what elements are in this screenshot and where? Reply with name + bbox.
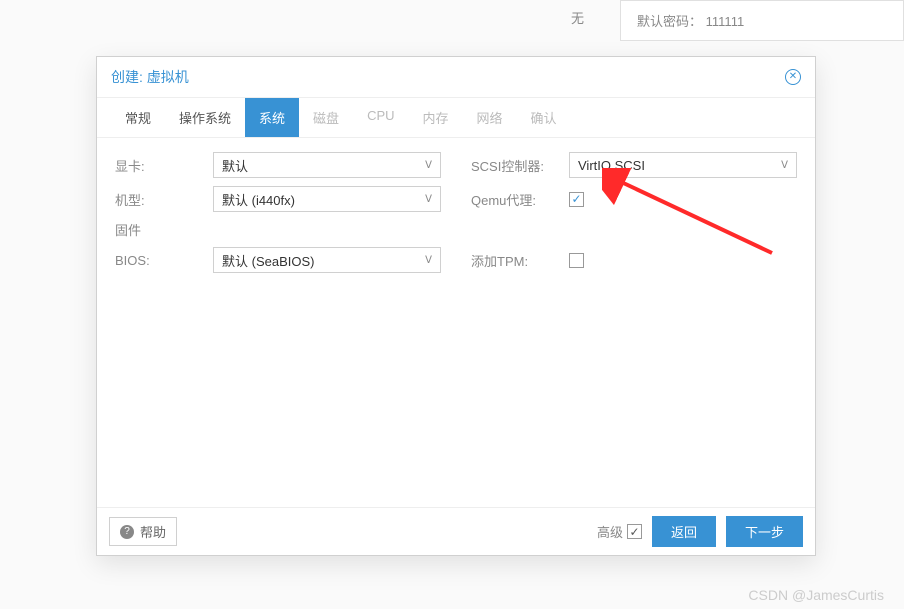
form-row: BIOS: 默认 (SeaBIOS) ᐯ 添加TPM: bbox=[115, 247, 797, 273]
bg-right-label: 默认密码： bbox=[637, 14, 702, 29]
help-icon: ? bbox=[120, 525, 134, 539]
form-row: 机型: 默认 (i440fx) ᐯ Qemu代理: bbox=[115, 186, 797, 212]
scsi-value: VirtIO SCSI bbox=[578, 158, 645, 173]
tab-system[interactable]: 系统 bbox=[245, 98, 299, 137]
bios-select[interactable]: 默认 (SeaBIOS) ᐯ bbox=[213, 247, 441, 273]
tab-cpu[interactable]: CPU bbox=[353, 98, 408, 137]
scsi-field: SCSI控制器: VirtIO SCSI ᐯ bbox=[471, 152, 797, 178]
help-label: 帮助 bbox=[140, 522, 166, 541]
model-value: 默认 (i440fx) bbox=[222, 190, 295, 209]
tpm-label: 添加TPM: bbox=[471, 251, 561, 270]
footer-right: 高级 返回 下一步 bbox=[597, 516, 803, 547]
bg-right-value: 111111 bbox=[706, 14, 745, 29]
tab-confirm[interactable]: 确认 bbox=[517, 98, 571, 137]
scsi-select[interactable]: VirtIO SCSI ᐯ bbox=[569, 152, 797, 178]
close-icon[interactable] bbox=[785, 69, 801, 85]
gpu-field: 显卡: 默认 ᐯ bbox=[115, 152, 441, 178]
form-row: 显卡: 默认 ᐯ SCSI控制器: VirtIO SCSI ᐯ bbox=[115, 152, 797, 178]
gpu-select[interactable]: 默认 ᐯ bbox=[213, 152, 441, 178]
scsi-label: SCSI控制器: bbox=[471, 156, 561, 175]
bg-left-text: 无 bbox=[571, 11, 584, 26]
dialog-header: 创建: 虚拟机 bbox=[97, 57, 815, 98]
qemu-checkbox[interactable] bbox=[569, 192, 584, 207]
tpm-field: 添加TPM: bbox=[471, 251, 797, 270]
model-field: 机型: 默认 (i440fx) ᐯ bbox=[115, 186, 441, 212]
create-vm-dialog: 创建: 虚拟机 常规 操作系统 系统 磁盘 CPU 内存 网络 确认 显卡: 默… bbox=[96, 56, 816, 556]
next-button[interactable]: 下一步 bbox=[726, 516, 803, 547]
qemu-label: Qemu代理: bbox=[471, 190, 561, 209]
gpu-value: 默认 bbox=[222, 156, 248, 175]
advanced-toggle[interactable]: 高级 bbox=[597, 522, 642, 541]
bg-right-panel: 默认密码： 111111 bbox=[620, 0, 904, 41]
qemu-field: Qemu代理: bbox=[471, 190, 797, 209]
tab-memory[interactable]: 内存 bbox=[409, 98, 463, 137]
tabbar: 常规 操作系统 系统 磁盘 CPU 内存 网络 确认 bbox=[97, 98, 815, 138]
firmware-field: 固件 bbox=[115, 220, 441, 239]
advanced-label: 高级 bbox=[597, 522, 623, 541]
chevron-down-icon: ᐯ bbox=[425, 255, 432, 266]
tab-general[interactable]: 常规 bbox=[111, 98, 165, 137]
back-button[interactable]: 返回 bbox=[652, 516, 716, 547]
bios-label: BIOS: bbox=[115, 253, 205, 268]
tab-disk[interactable]: 磁盘 bbox=[299, 98, 353, 137]
help-button[interactable]: ? 帮助 bbox=[109, 517, 177, 546]
chevron-down-icon: ᐯ bbox=[425, 194, 432, 205]
bios-value: 默认 (SeaBIOS) bbox=[222, 251, 314, 270]
form-row: 固件 bbox=[115, 220, 797, 239]
model-select[interactable]: 默认 (i440fx) ᐯ bbox=[213, 186, 441, 212]
tab-network[interactable]: 网络 bbox=[463, 98, 517, 137]
dialog-body: 显卡: 默认 ᐯ SCSI控制器: VirtIO SCSI ᐯ 机型: 默认 (… bbox=[97, 138, 815, 507]
chevron-down-icon: ᐯ bbox=[425, 160, 432, 171]
tab-os[interactable]: 操作系统 bbox=[165, 98, 245, 137]
dialog-footer: ? 帮助 高级 返回 下一步 bbox=[97, 507, 815, 555]
tpm-checkbox[interactable] bbox=[569, 253, 584, 268]
dialog-title: 创建: 虚拟机 bbox=[111, 67, 189, 87]
advanced-checkbox[interactable] bbox=[627, 524, 642, 539]
bios-field: BIOS: 默认 (SeaBIOS) ᐯ bbox=[115, 247, 441, 273]
firmware-label: 固件 bbox=[115, 220, 205, 239]
gpu-label: 显卡: bbox=[115, 156, 205, 175]
watermark: CSDN @JamesCurtis bbox=[748, 587, 884, 603]
bg-left-panel: 无 bbox=[0, 0, 600, 35]
model-label: 机型: bbox=[115, 190, 205, 209]
chevron-down-icon: ᐯ bbox=[781, 160, 788, 171]
